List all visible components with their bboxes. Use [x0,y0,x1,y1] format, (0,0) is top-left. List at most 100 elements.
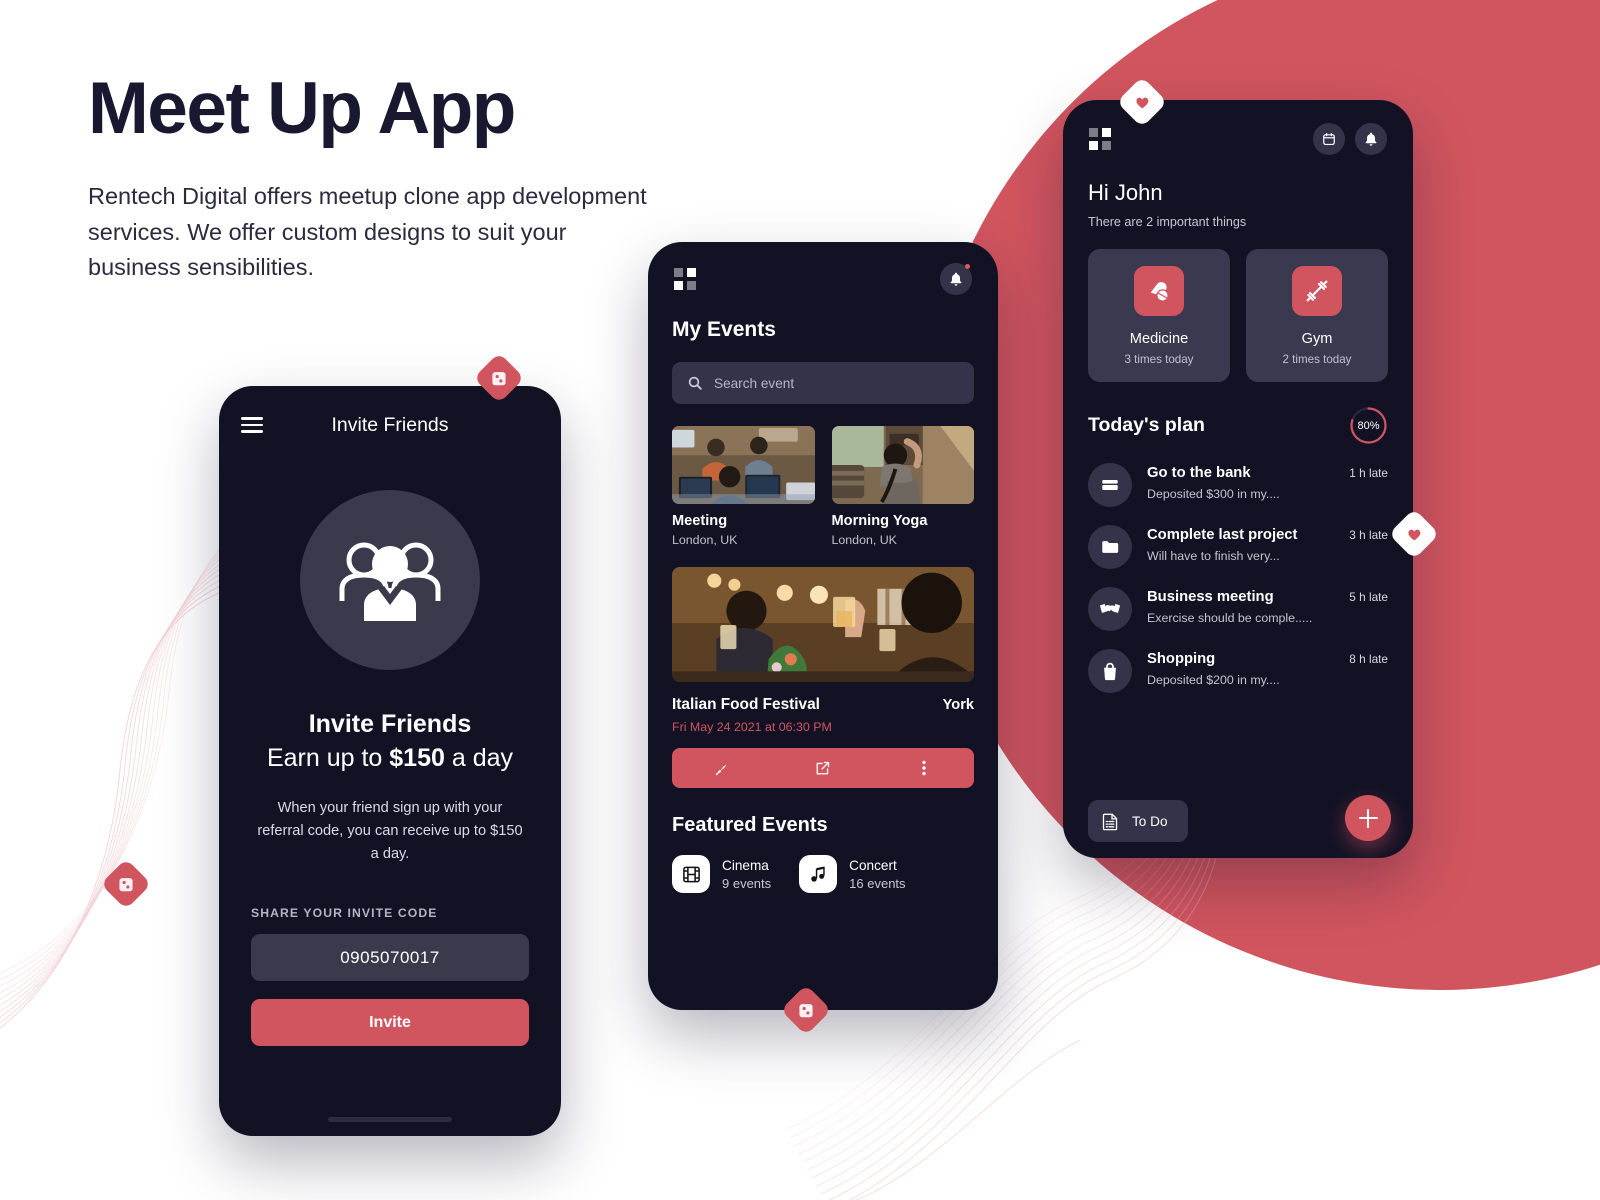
music-note-icon [799,855,838,893]
category-count: 16 events [849,875,906,891]
task-row[interactable]: Business meeting Exercise should be comp… [1088,587,1388,631]
event-card[interactable]: Meeting London, UK [672,426,815,547]
plan-header: Today's plan 80% [1088,406,1388,445]
category-item[interactable]: Cinema 9 events [672,855,771,893]
task-title: Complete last project [1147,527,1298,543]
phone2-topbar [648,242,998,316]
search-input[interactable] [714,375,958,391]
more-vertical-icon[interactable] [904,748,944,788]
task-late: 5 h late [1349,590,1388,604]
page-description: Rentech Digital offers meetup clone app … [88,183,647,281]
subhead-amount: $150 [389,744,445,772]
phone-invite-friends: Invite Friends Invite Friends Earn up to… [219,386,561,1136]
category-name: Cinema [722,857,769,873]
task-desc: Deposited $300 in my.... [1147,487,1280,501]
event-location: London, UK [672,533,738,547]
hamburger-menu-icon[interactable] [241,417,263,433]
document-list-icon [1102,812,1119,831]
task-title: Go to the bank [1147,465,1251,481]
habit-count: 3 times today [1124,352,1194,366]
edit-icon[interactable] [803,748,843,788]
page-title: Meet Up App [88,68,516,149]
phone1-topbar: Invite Friends [219,386,561,464]
progress-ring: 80% [1349,406,1388,445]
task-row[interactable]: Go to the bank Deposited $300 in my.... … [1088,463,1388,507]
habit-card[interactable]: Medicine 3 times today [1088,249,1230,382]
badge-b-left [100,858,152,910]
heart-icon [1408,529,1420,541]
invite-button[interactable]: Invite [251,999,529,1047]
invite-code-field[interactable]: 0905070017 [251,934,529,982]
task-late: 3 h late [1349,528,1388,542]
notification-bell-icon[interactable] [940,263,972,295]
search-bar[interactable] [672,362,974,404]
invite-body-copy: When your friend sign up with your refer… [257,800,523,863]
credit-card-icon [1088,463,1132,507]
pin-icon[interactable] [702,748,742,788]
featured-event-header: Italian Food Festival York [672,696,974,714]
dinner-party-toast-photo[interactable] [672,567,974,682]
featured-category-row: Cinema 9 events Concert 16 events [672,855,998,893]
phone-my-events: My Events Search event Meeting London, U… [648,242,998,1010]
task-title: Business meeting [1147,589,1274,605]
heart-icon [1136,97,1148,109]
search-icon [688,376,702,390]
category-item[interactable]: Concert 16 events [799,855,906,893]
todo-button-label: To Do [1132,813,1168,829]
task-row[interactable]: Complete last project Will have to finis… [1088,525,1388,569]
yoga-stretch-photo [831,426,974,504]
event-card[interactable]: Morning Yoga London, UK [831,426,974,547]
calendar-icon[interactable] [1313,123,1345,155]
habit-card-row: Medicine 3 times today Gym 2 times today [1088,249,1388,382]
invite-headline: Invite Friends [308,710,472,738]
grid-menu-icon[interactable] [1089,128,1111,150]
home-indicator [328,1117,452,1122]
screen-title: Invite Friends [331,413,449,436]
coworking-meeting-photo [672,426,815,504]
pills-medicine-icon [1134,265,1184,316]
task-desc: Will have to finish very... [1147,549,1280,563]
add-task-fab[interactable] [1345,795,1391,841]
greeting-title: Hi John [1088,180,1163,205]
notification-dot [965,264,970,269]
category-name: Concert [849,857,897,873]
screen-title: My Events [672,318,776,341]
task-title: Shopping [1147,651,1216,667]
dumbbell-icon [1292,265,1342,316]
habit-name: Gym [1301,330,1333,347]
page-canvas: Meet Up App Rentech Digital offers meetu… [0,0,1600,1200]
notification-bell-icon[interactable] [1355,123,1387,155]
task-desc: Deposited $200 in my.... [1147,673,1280,687]
event-location: London, UK [831,533,897,547]
shopping-bag-icon [1088,649,1132,693]
greeting-subtitle: There are 2 important things [1088,215,1247,229]
task-late: 1 h late [1349,466,1388,480]
plan-title: Today's plan [1088,414,1205,436]
event-title: Meeting [672,513,728,529]
hero-block: Meet Up App Rentech Digital offers meetu… [88,72,648,286]
grid-menu-icon[interactable] [674,268,696,290]
task-row[interactable]: Shopping Deposited $200 in my.... 8 h la… [1088,649,1388,693]
share-code-label: SHARE YOUR INVITE CODE [251,906,438,921]
b-logo-icon [799,1003,813,1017]
event-action-bar [672,748,974,788]
folder-icon [1088,525,1132,569]
film-strip-icon [672,855,710,893]
subhead-prefix: Earn up to [266,744,390,772]
task-late: 8 h late [1349,652,1388,666]
group-people-icon [300,490,480,670]
event-card-grid: Meeting London, UK Morning Yoga London, … [672,426,974,547]
b-logo-icon [492,371,506,385]
progress-value: 80% [1357,419,1380,432]
handshake-icon [1088,587,1132,631]
habit-card[interactable]: Gym 2 times today [1246,249,1388,382]
task-desc: Exercise should be comple..... [1147,611,1313,625]
habit-count: 2 times today [1282,352,1352,366]
event-title: Morning Yoga [831,513,928,529]
featured-event-title: Italian Food Festival [672,696,820,713]
featured-event-city: York [942,697,974,713]
category-count: 9 events [722,875,772,891]
phone3-topbar [1063,100,1413,178]
featured-events-title: Featured Events [672,814,828,836]
todo-button[interactable]: To Do [1088,800,1188,842]
